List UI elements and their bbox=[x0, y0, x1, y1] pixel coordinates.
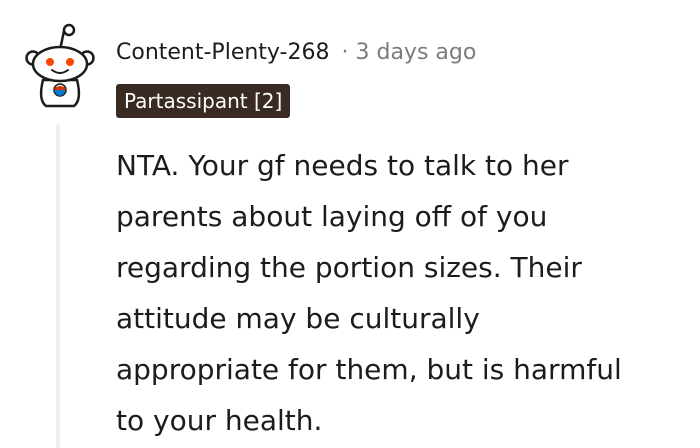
comment-body-line: regarding the portion sizes. Their bbox=[116, 251, 582, 284]
comment-body-line: attitude may be culturally bbox=[116, 302, 480, 335]
thread-collapse-line[interactable] bbox=[56, 124, 60, 448]
username-link[interactable]: Content-Plenty-268 bbox=[116, 33, 329, 73]
user-flair-badge: Partassipant [2] bbox=[116, 84, 291, 118]
comment-body-line: to your health. bbox=[116, 404, 323, 437]
comment-timestamp[interactable]: 3 days ago bbox=[355, 33, 476, 73]
comment-body-line: NTA. Your gf needs to talk to her bbox=[116, 149, 569, 182]
meta-separator: · bbox=[341, 40, 349, 65]
comment-body: NTA. Your gf needs to talk to her parent… bbox=[116, 140, 696, 446]
comment-body-line: appropriate for them, but is harmful bbox=[116, 353, 622, 386]
snoo-avatar-icon[interactable] bbox=[24, 22, 96, 108]
comment-body-line: parents about laying off of you bbox=[116, 200, 548, 233]
comment: Content-Plenty-268 · 3 days ago Partassi… bbox=[0, 0, 700, 448]
comment-meta: Content-Plenty-268 · 3 days ago bbox=[116, 33, 476, 73]
